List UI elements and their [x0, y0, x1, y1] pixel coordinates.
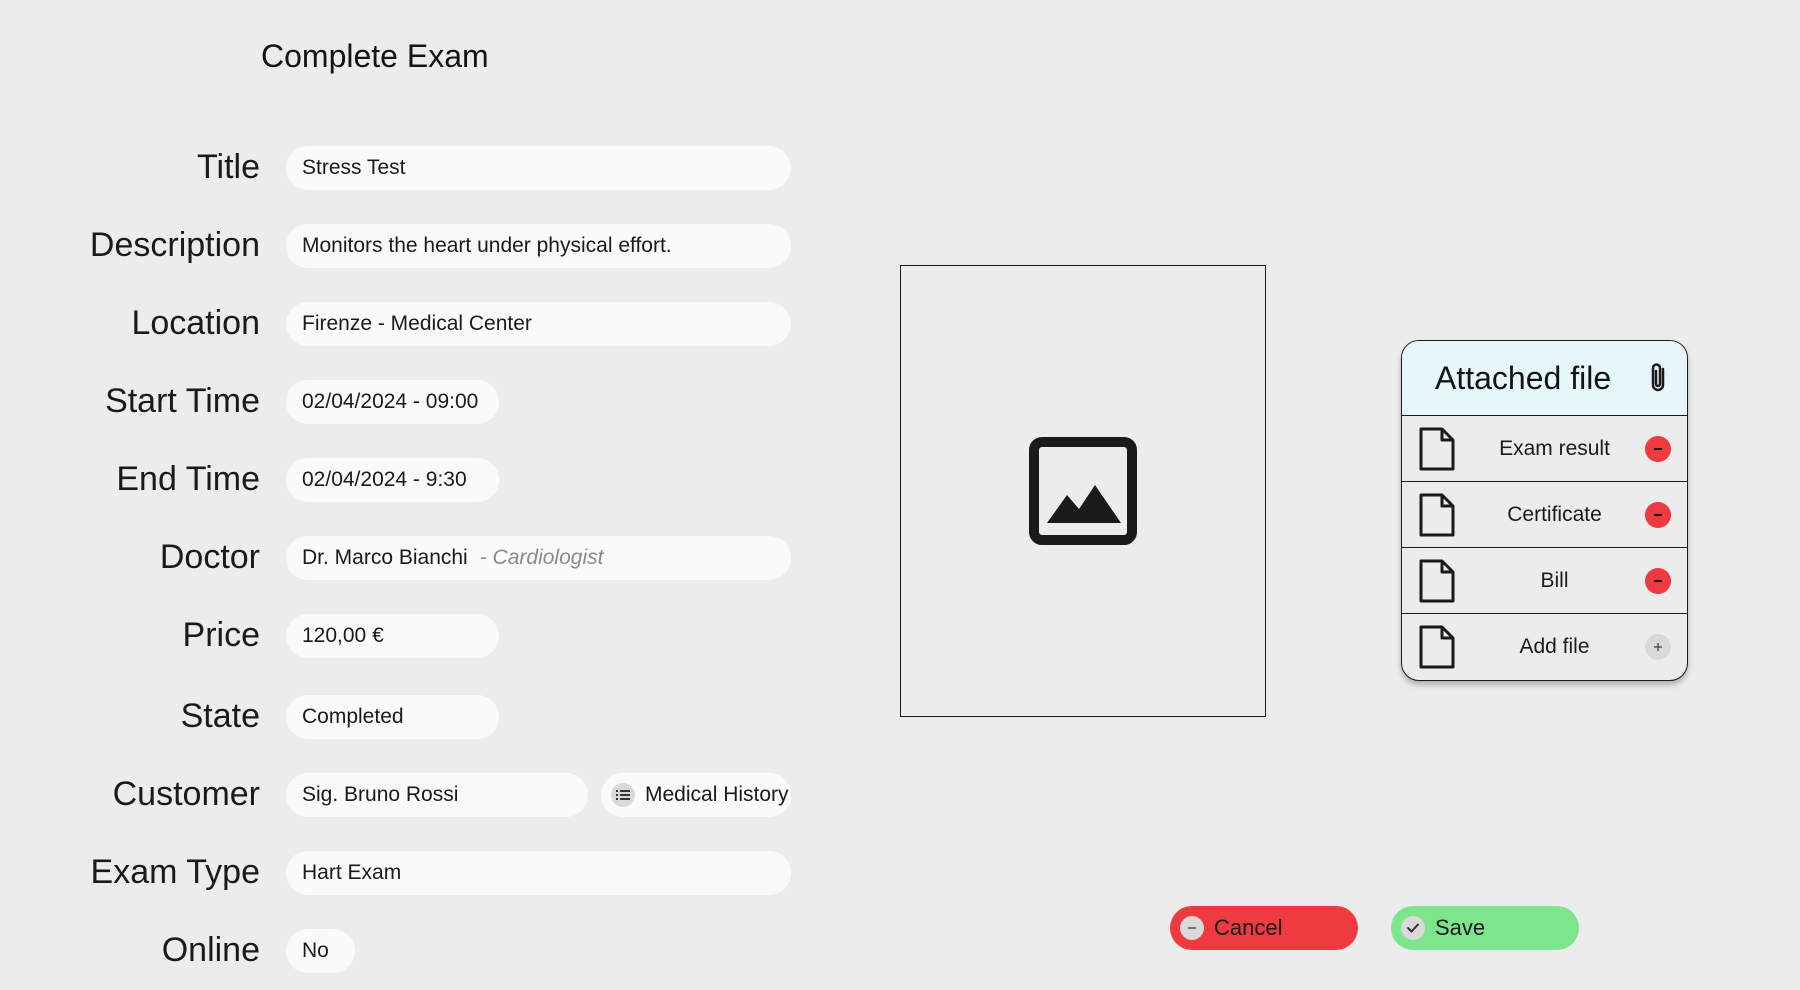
- remove-file-button[interactable]: [1645, 435, 1671, 462]
- doctor-field[interactable]: Dr. Marco Bianchi - Cardiologist: [286, 536, 791, 580]
- image-preview[interactable]: [900, 265, 1266, 717]
- description-label: Description: [89, 226, 260, 264]
- online-field[interactable]: No: [286, 929, 355, 973]
- image-placeholder-icon: [1029, 437, 1137, 545]
- minus-icon: [1654, 579, 1662, 582]
- state-label: State: [180, 697, 260, 735]
- state-field[interactable]: Completed: [286, 695, 499, 739]
- exam-type-field[interactable]: Hart Exam: [286, 851, 791, 895]
- add-file-row[interactable]: Add file: [1402, 614, 1687, 680]
- file-icon: [1419, 625, 1455, 669]
- attached-file-label: Certificate: [1507, 502, 1602, 526]
- title-field[interactable]: Stress Test: [286, 146, 791, 190]
- attached-file-row[interactable]: Bill: [1402, 548, 1687, 614]
- cancel-label: Cancel: [1214, 915, 1283, 940]
- location-field[interactable]: Firenze - Medical Center: [286, 302, 791, 346]
- minus-circle-icon: [1180, 916, 1204, 940]
- list-icon: [611, 783, 635, 807]
- remove-file-button[interactable]: [1645, 501, 1671, 528]
- start-time-field[interactable]: 02/04/2024 - 09:00: [286, 380, 499, 424]
- attached-file-label: Exam result: [1499, 436, 1610, 460]
- customer-field[interactable]: Sig. Bruno Rossi: [286, 773, 588, 817]
- location-label: Location: [131, 304, 260, 342]
- doctor-name: Dr. Marco Bianchi: [302, 546, 468, 569]
- medical-history-label: Medical History: [645, 783, 789, 806]
- customer-label: Customer: [112, 775, 260, 813]
- title-label: Title: [197, 148, 260, 186]
- doctor-specialty: - Cardiologist: [479, 546, 604, 569]
- end-time-label: End Time: [116, 460, 260, 498]
- minus-icon: [1654, 447, 1662, 450]
- save-button[interactable]: Save: [1391, 906, 1579, 950]
- plus-icon: [1654, 643, 1662, 651]
- end-time-field[interactable]: 02/04/2024 - 9:30: [286, 458, 499, 502]
- complete-exam-page: Complete Exam Title Stress Test Descript…: [0, 0, 1800, 990]
- add-file-label: Add file: [1519, 635, 1590, 658]
- attached-file-row[interactable]: Exam result: [1402, 416, 1687, 482]
- attached-files-panel: Attached file Exam result Certificate Bi…: [1401, 340, 1688, 681]
- doctor-label: Doctor: [159, 538, 260, 576]
- file-icon: [1419, 493, 1455, 537]
- exam-type-label: Exam Type: [90, 853, 260, 891]
- attached-file-label: Bill: [1540, 568, 1569, 592]
- file-icon: [1419, 427, 1455, 471]
- start-time-label: Start Time: [105, 382, 260, 420]
- description-field[interactable]: Monitors the heart under physical effort…: [286, 224, 791, 268]
- attached-files-header: Attached file: [1402, 341, 1687, 416]
- online-label: Online: [161, 931, 260, 969]
- minus-icon: [1654, 513, 1662, 516]
- file-icon: [1419, 559, 1455, 603]
- medical-history-button[interactable]: Medical History: [601, 773, 791, 817]
- add-file-button[interactable]: [1645, 634, 1671, 660]
- attached-file-row[interactable]: Certificate: [1402, 482, 1687, 548]
- cancel-button[interactable]: Cancel: [1170, 906, 1358, 950]
- check-icon: [1401, 916, 1425, 940]
- price-label: Price: [182, 616, 260, 654]
- page-title: Complete Exam: [261, 38, 489, 74]
- price-field[interactable]: 120,00 €: [286, 614, 499, 658]
- paperclip-icon[interactable]: [1645, 361, 1671, 395]
- save-label: Save: [1435, 915, 1486, 940]
- attached-files-title: Attached file: [1435, 359, 1612, 396]
- remove-file-button[interactable]: [1645, 567, 1671, 594]
